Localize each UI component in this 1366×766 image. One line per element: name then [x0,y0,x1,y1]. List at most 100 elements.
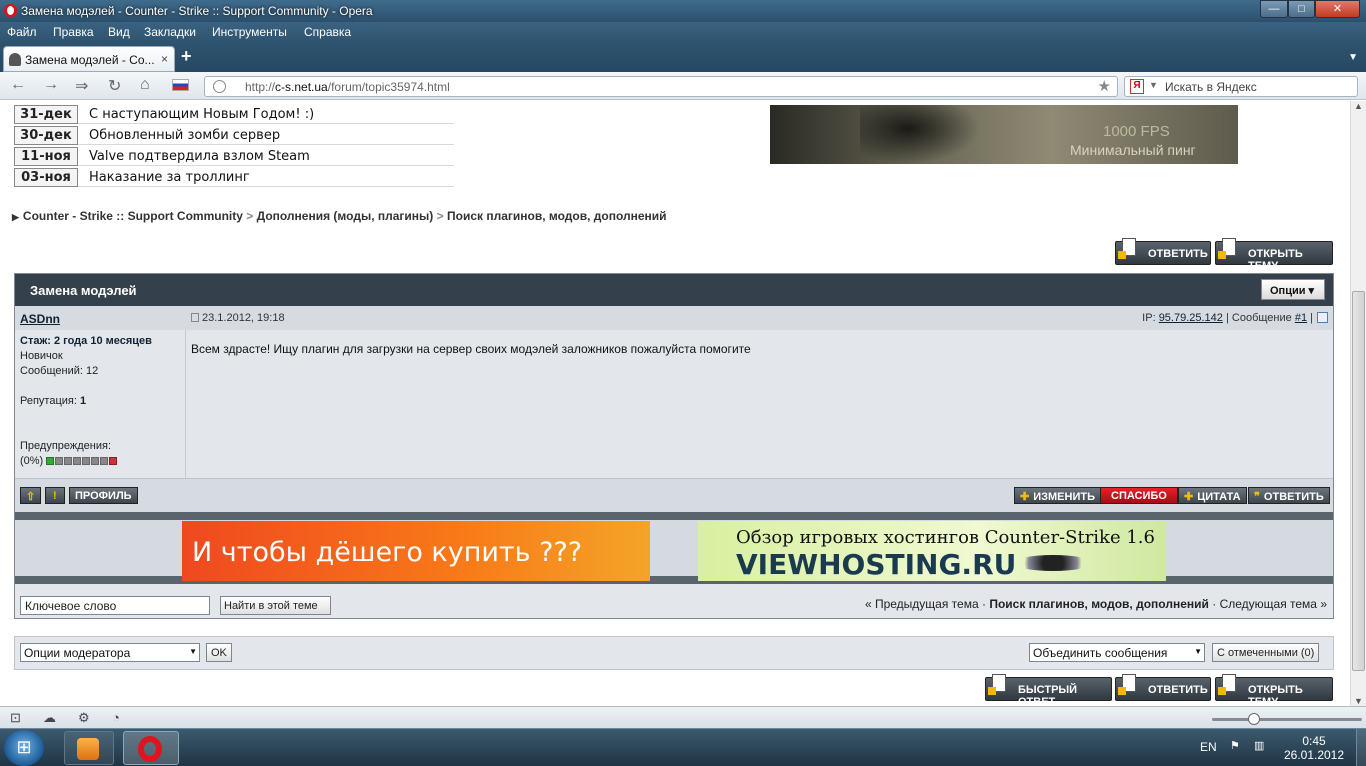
moderator-ok-button[interactable]: OK [206,643,232,662]
menu-edit[interactable]: Правка [53,25,94,39]
reload-icon[interactable]: ↻ [108,76,121,96]
reputation-label: Репутация: [20,395,77,407]
news-item[interactable]: 31-дек С наступающим Новым Годом! :) [14,105,454,124]
new-topic-button-bottom[interactable]: ОТКРЫТЬ ТЕМУ [1215,674,1333,706]
close-window-button[interactable]: ✕ [1315,0,1360,18]
warnings-percent: (0%) [20,455,44,467]
language-flag-icon[interactable] [172,79,189,91]
profile-button[interactable]: ПРОФИЛЬ [69,487,138,504]
web-page: 31-дек С наступающим Новым Годом! :) 30-… [0,101,1350,706]
thanks-button[interactable]: СПАСИБО [1100,487,1178,504]
tab-menu-icon[interactable]: ▼ [1348,52,1358,63]
forward-icon[interactable]: → [43,76,59,94]
quote-button[interactable]: ✚ ЦИТАТА [1178,487,1247,504]
zoom-slider[interactable] [1212,713,1362,725]
topic-options-button[interactable]: Опции ▾ [1261,279,1325,300]
language-indicator[interactable]: EN [1200,740,1217,754]
news-title[interactable]: Наказание за троллинг [89,170,250,185]
report-button[interactable]: ! [45,487,65,504]
yandex-icon[interactable]: Я [1130,79,1144,94]
start-button[interactable]: ⊞ [4,730,44,766]
edit-button[interactable]: ✚ ИЗМЕНИТЬ [1014,487,1101,504]
moderator-options-select[interactable]: Опции модератора ▼ [20,643,200,662]
reply-post-button[interactable]: ❞ ОТВЕТИТЬ [1248,487,1330,504]
current-forum-link[interactable]: Поиск плагинов, модов, дополнений [989,597,1209,611]
prev-topic-link[interactable]: « Предыдущая тема [865,597,979,611]
new-topic-button-top[interactable]: ОТКРЫТЬ ТЕМУ [1215,238,1333,272]
search-engine-dropdown-icon[interactable]: ▼ [1149,80,1158,90]
post-author-link[interactable]: ASDnn [20,312,60,326]
banner-ping-text: Минимальный пинг [1070,142,1196,158]
scroll-down-arrow-icon[interactable]: ▼ [1354,696,1363,706]
panel-toggle-icon[interactable]: ⊡ [10,710,21,726]
home-icon[interactable]: ⌂ [140,76,150,94]
chevron-down-icon: ▼ [189,647,197,656]
minimize-button[interactable]: — [1260,0,1288,18]
with-selected-button[interactable]: С отмеченными (0) [1212,643,1320,662]
quick-reply-button[interactable]: БЫСТРЫЙ ОТВЕТ [985,674,1112,706]
news-item[interactable]: 11-ноя Valve подтвердила взлом Steam [14,147,454,166]
reply-button-bottom[interactable]: ОТВЕТИТЬ [1115,674,1211,701]
taskbar-opera[interactable] [123,731,179,765]
breadcrumb-home[interactable]: Counter - Strike :: Support Community [23,209,243,223]
menu-bookmarks[interactable]: Закладки [144,25,196,39]
breadcrumb-subsection[interactable]: Поиск плагинов, модов, дополнений [447,209,667,223]
warnings-label: Предупреждения: [20,440,112,452]
reply-label: ОТВЕТИТЬ [1148,684,1208,696]
quote-label: ЦИТАТА [1197,491,1241,503]
scrollbar-thumb[interactable] [1352,291,1365,671]
page-scrollbar[interactable]: ▲ ▼ [1350,101,1366,706]
search-field[interactable]: Я ▼ Искать в Яндекс [1124,76,1358,97]
scroll-up-button[interactable]: ⇧ [20,487,42,504]
warn-minus-icon[interactable] [46,457,55,465]
fast-forward-icon[interactable]: ⇒ [75,76,88,96]
scroll-up-arrow-icon[interactable]: ▲ [1354,101,1363,111]
plus-icon: ✚ [1184,491,1194,503]
action-center-flag-icon[interactable]: ⚑ [1230,739,1240,752]
tab-title: Замена модэлей - Co... [25,53,155,67]
new-topic-label: ОТКРЫТЬ ТЕМУ [1248,248,1303,272]
show-desktop-button[interactable] [1356,729,1366,766]
maximize-button[interactable]: □ [1288,0,1315,18]
ad-banner-right[interactable]: Обзор игровых хостингов Counter-Strike 1… [698,521,1166,581]
clock-time: 0:45 [1302,734,1326,748]
search-in-topic-button[interactable]: Найти в этой теме [220,596,331,615]
server-ad-banner[interactable]: 1000 FPS Минимальный пинг [770,105,1238,164]
back-icon[interactable]: ← [10,76,26,94]
post-header: ASDnn 23.1.2012, 19:18 IP: 95.79.25.142 … [15,306,1333,330]
zoom-slider-knob[interactable] [1248,713,1260,725]
news-item[interactable]: 30-дек Обновленный зомби сервер [14,126,454,145]
network-icon[interactable]: ▥ [1254,739,1264,752]
menu-view[interactable]: Вид [108,25,130,39]
merge-posts-select[interactable]: Объединить сообщения ▼ [1029,643,1205,662]
taskbar-media-player[interactable] [64,731,114,765]
news-title[interactable]: С наступающим Новым Годом! :) [89,107,314,122]
new-tab-button[interactable]: + [181,46,192,67]
cloud-icon[interactable]: ☁ [43,710,56,726]
news-title[interactable]: Обновленный зомби сервер [89,128,280,143]
keyword-input[interactable] [20,596,210,615]
news-date: 11-ноя [14,147,78,166]
next-topic-link[interactable]: Следующая тема » [1220,597,1327,611]
window-title: Замена модэлей - Counter - Strike :: Sup… [21,4,373,18]
turbo-icon[interactable]: ◔ [112,710,120,725]
tab-active[interactable]: Замена модэлей - Co... × [3,46,175,72]
menu-tools[interactable]: Инструменты [212,25,287,39]
warn-plus-icon[interactable] [109,457,118,465]
clock[interactable]: 0:45 26.01.2012 [1282,734,1346,762]
reply-button-top[interactable]: ОТВЕТИТЬ [1115,238,1211,265]
address-field[interactable]: http://c-s.net.ua/forum/topic35974.html … [204,76,1118,97]
ip-link[interactable]: 95.79.25.142 [1159,312,1223,324]
post-select-checkbox[interactable] [1317,312,1328,323]
menu-file[interactable]: Файл [7,25,37,39]
unite-icon[interactable]: ⚙ [78,710,90,726]
message-number-link[interactable]: #1 [1295,312,1307,324]
tab-close-icon[interactable]: × [161,52,168,66]
ad-banner-left[interactable]: И чтобы дёшего купить ??? [182,521,650,581]
bookmark-star-icon[interactable]: ★ [1098,77,1111,95]
news-title[interactable]: Valve подтвердила взлом Steam [89,149,310,164]
topic-header: Замена модэлей Опции ▾ [15,274,1333,306]
news-item[interactable]: 03-ноя Наказание за троллинг [14,168,454,187]
breadcrumb-section[interactable]: Дополнения (моды, плагины) [257,209,434,223]
menu-help[interactable]: Справка [304,25,351,39]
